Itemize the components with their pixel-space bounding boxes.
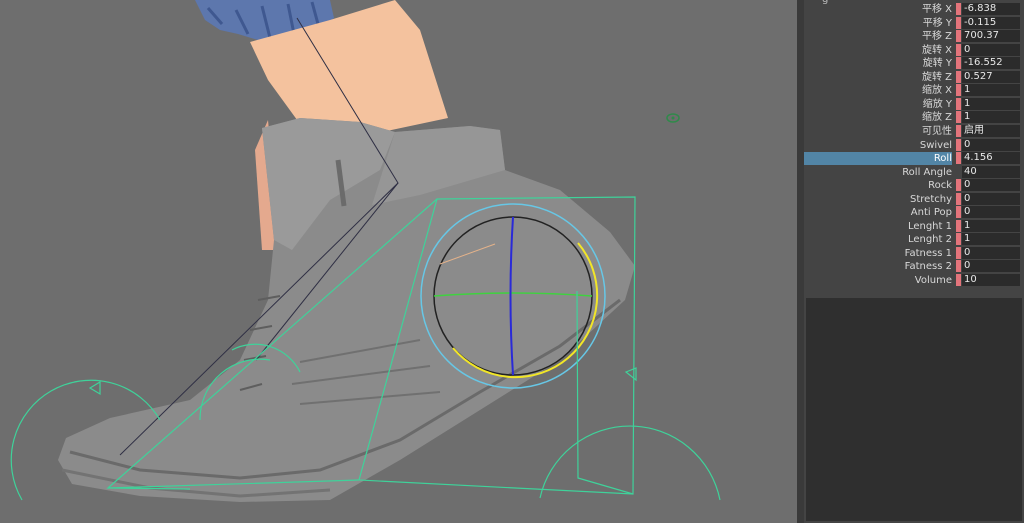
attribute-value-field[interactable]: 1 [962,219,1020,232]
attribute-name[interactable]: 平移 X [804,3,952,16]
attribute-value-field[interactable]: 1 [962,84,1020,97]
attribute-row[interactable]: 平移 Z 700.37 [804,30,1024,44]
attribute-value-field[interactable]: 0 [962,138,1020,151]
attribute-value-field[interactable]: 0.527 [962,70,1020,83]
attribute-row[interactable]: Rock 0 [804,179,1024,193]
attribute-row[interactable]: 缩放 X 1 [804,84,1024,98]
keyframe-indicator [956,246,961,259]
attribute-name[interactable]: 可见性 [804,125,952,138]
attribute-value-field[interactable]: 40 [962,165,1020,178]
attribute-value-field[interactable]: -6.838 [962,3,1020,15]
viewport-scene[interactable] [0,0,797,523]
attribute-row[interactable]: 平移 Y -0.115 [804,16,1024,31]
attribute-value-field[interactable]: 0 [962,43,1020,56]
keyframe-indicator [956,206,961,219]
attribute-row[interactable]: Lenght 2 1 [804,233,1024,247]
light-locator-icon[interactable] [666,113,680,123]
attribute-name[interactable]: 旋转 X [804,44,952,57]
attribute-name[interactable]: Fatness 2 [804,260,952,273]
keyframe-indicator [956,274,961,286]
attribute-row[interactable]: 缩放 Z 1 [804,111,1024,125]
attribute-name[interactable]: Anti Pop [804,206,952,219]
attribute-value-field[interactable]: 0 [962,246,1020,259]
attribute-value-field[interactable]: 10 [962,274,1020,286]
attribute-row[interactable]: 平移 X -6.838 [804,3,1024,17]
attribute-name[interactable]: Swivel [804,139,952,152]
attribute-value-field[interactable]: 0 [962,179,1020,192]
layer-editor-panel [804,296,1024,523]
layer-editor-area[interactable] [806,298,1022,521]
attribute-value-field[interactable]: 1 [962,97,1020,110]
keyframe-indicator [956,233,961,246]
attribute-name[interactable]: 平移 Z [804,30,952,43]
attribute-name[interactable]: 缩放 Y [804,98,952,111]
attribute-row[interactable]: 旋转 X 0 [804,43,1024,58]
attribute-name[interactable]: Roll [804,152,952,166]
attribute-value-field[interactable]: 0 [962,192,1020,205]
attribute-value-field[interactable]: 700.37 [962,30,1020,43]
attribute-name[interactable]: Lenght 1 [804,220,952,233]
panel-divider[interactable] [797,0,804,523]
attribute-name[interactable]: Stretchy [804,193,952,206]
attribute-row[interactable]: 缩放 Y 1 [804,97,1024,112]
attribute-value-field[interactable]: -16.552 [962,57,1020,70]
attribute-row[interactable]: Volume 10 [804,274,1024,288]
keyframe-indicator [956,138,961,151]
attribute-row[interactable]: 旋转 Y -16.552 [804,57,1024,71]
attribute-row[interactable]: Stretchy 0 [804,192,1024,207]
attribute-name[interactable]: Rock [804,179,952,192]
attribute-name[interactable]: 平移 Y [804,17,952,30]
channel-box: g 平移 X-6.838平移 Y-0.115平移 Z700.37旋转 X0旋转 … [804,0,1024,296]
attribute-row[interactable]: Fatness 2 0 [804,260,1024,274]
keyframe-indicator [956,84,961,97]
keyframe-indicator [956,124,961,137]
attribute-name[interactable]: Volume [804,274,952,287]
attribute-value-field[interactable]: -0.115 [962,16,1020,29]
attribute-value-field[interactable]: 4.156 [962,152,1020,165]
keyframe-indicator [956,30,961,43]
attribute-name[interactable]: 旋转 Z [804,71,952,84]
attribute-row[interactable]: Roll Angle 40 [804,165,1024,180]
attribute-value-field[interactable]: 1 [962,233,1020,246]
attribute-value-field[interactable]: 1 [962,111,1020,124]
keyframe-indicator [956,16,961,29]
keyframe-indicator [956,57,961,70]
keyframe-indicator [956,219,961,232]
attribute-name[interactable]: Lenght 2 [804,233,952,246]
attribute-row[interactable]: Swivel 0 [804,138,1024,153]
attribute-name[interactable]: 缩放 Z [804,111,952,124]
keyframe-indicator [956,43,961,56]
attribute-row[interactable]: 可见性 启用 [804,124,1024,139]
attribute-name[interactable]: 缩放 X [804,84,952,97]
attribute-row[interactable]: Roll 4.156 [804,152,1024,166]
3d-viewport[interactable] [0,0,797,523]
keyframe-indicator [956,260,961,273]
keyframe-indicator [956,70,961,83]
keyframe-indicator [956,3,961,15]
attribute-value-field[interactable]: 启用 [962,124,1020,137]
sneaker-mesh [58,118,635,502]
keyframe-indicator [956,111,961,124]
keyframe-indicator [956,152,961,165]
attribute-value-field[interactable]: 0 [962,206,1020,219]
attribute-name[interactable]: Fatness 1 [804,247,952,260]
attribute-name[interactable]: Roll Angle [804,166,952,179]
keyframe-indicator [956,166,961,178]
attribute-name[interactable]: 旋转 Y [804,57,952,70]
attribute-row[interactable]: Lenght 1 1 [804,219,1024,234]
attribute-value-field[interactable]: 0 [962,260,1020,273]
keyframe-indicator [956,192,961,205]
keyframe-indicator [956,97,961,110]
attribute-row[interactable]: Fatness 1 0 [804,246,1024,261]
keyframe-indicator [956,179,961,192]
attribute-row[interactable]: 旋转 Z 0.527 [804,70,1024,85]
attribute-row[interactable]: Anti Pop 0 [804,206,1024,220]
